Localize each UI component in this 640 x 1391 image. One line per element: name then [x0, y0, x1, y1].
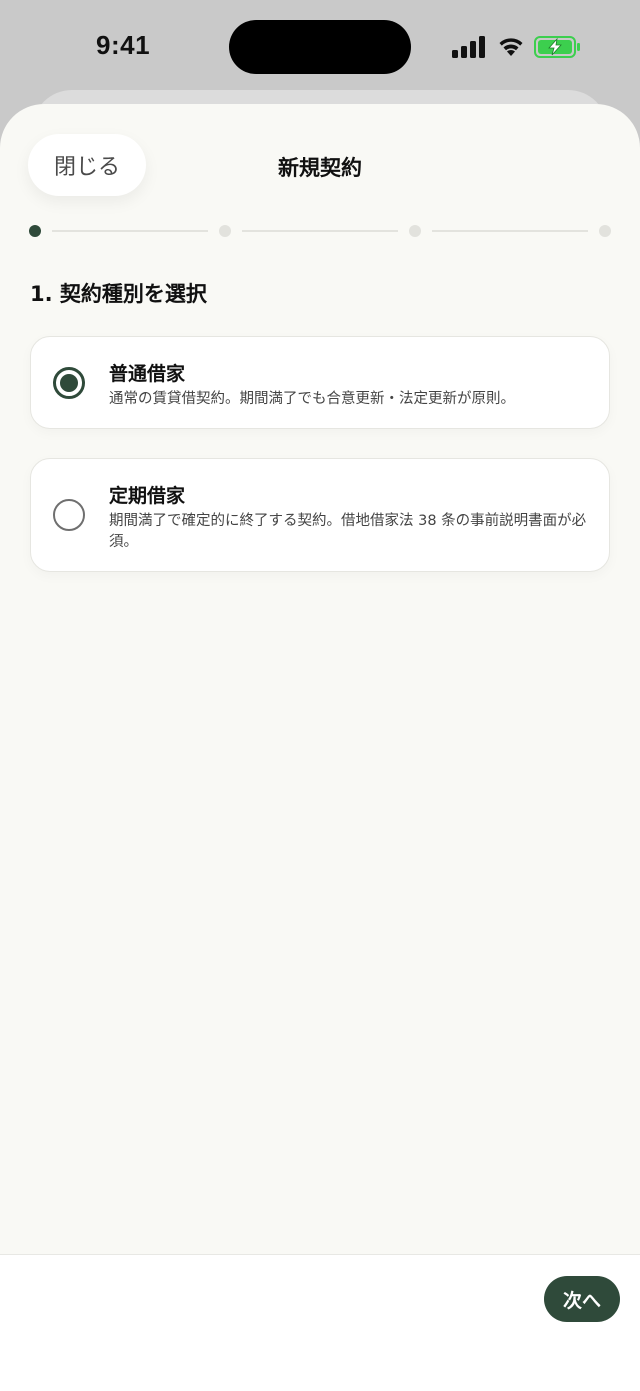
dynamic-island — [229, 20, 411, 74]
radio-selected-icon[interactable] — [53, 367, 85, 399]
stepper — [0, 222, 640, 242]
step-dot-4 — [599, 225, 611, 237]
step-dot-1 — [29, 225, 41, 237]
option-card-futsu-shakuya[interactable]: 普通借家 通常の賃貸借契約。期間満了でも合意更新・法定更新が原則。 — [30, 336, 610, 429]
section-title: 1. 契約種別を選択 — [30, 282, 207, 306]
new-contract-sheet: 閉じる 新規契約 1. 契約種別を選択 普通借家 通常の賃貸借契約。期間満了でも… — [0, 104, 640, 1391]
step-dot-3 — [409, 225, 421, 237]
radio-unselected-icon[interactable] — [53, 499, 85, 531]
option-title: 定期借家 — [109, 485, 186, 507]
signal-icon — [452, 36, 485, 58]
option-description: 通常の賃貸借契約。期間満了でも合意更新・法定更新が原則。 — [109, 391, 515, 407]
next-button[interactable]: 次へ — [544, 1276, 620, 1322]
sheet-title: 新規契約 — [278, 156, 362, 180]
option-description: 期間満了で確定的に終了する契約。借地借家法 38 条の事前説明書面が必須。 — [109, 513, 587, 550]
step-line-2 — [242, 230, 398, 232]
step-line-1 — [52, 230, 208, 232]
step-line-3 — [432, 230, 588, 232]
status-bar: 9:41 — [0, 0, 640, 96]
battery-charging-icon — [534, 36, 580, 58]
status-time: 9:41 — [96, 30, 151, 60]
option-card-teiki-shakuya[interactable]: 定期借家 期間満了で確定的に終了する契約。借地借家法 38 条の事前説明書面が必… — [30, 458, 610, 572]
footer-bar: 次へ — [0, 1254, 640, 1391]
option-title: 普通借家 — [109, 363, 186, 385]
wifi-icon — [499, 38, 523, 56]
step-dot-2 — [219, 225, 231, 237]
status-icons — [452, 34, 584, 60]
